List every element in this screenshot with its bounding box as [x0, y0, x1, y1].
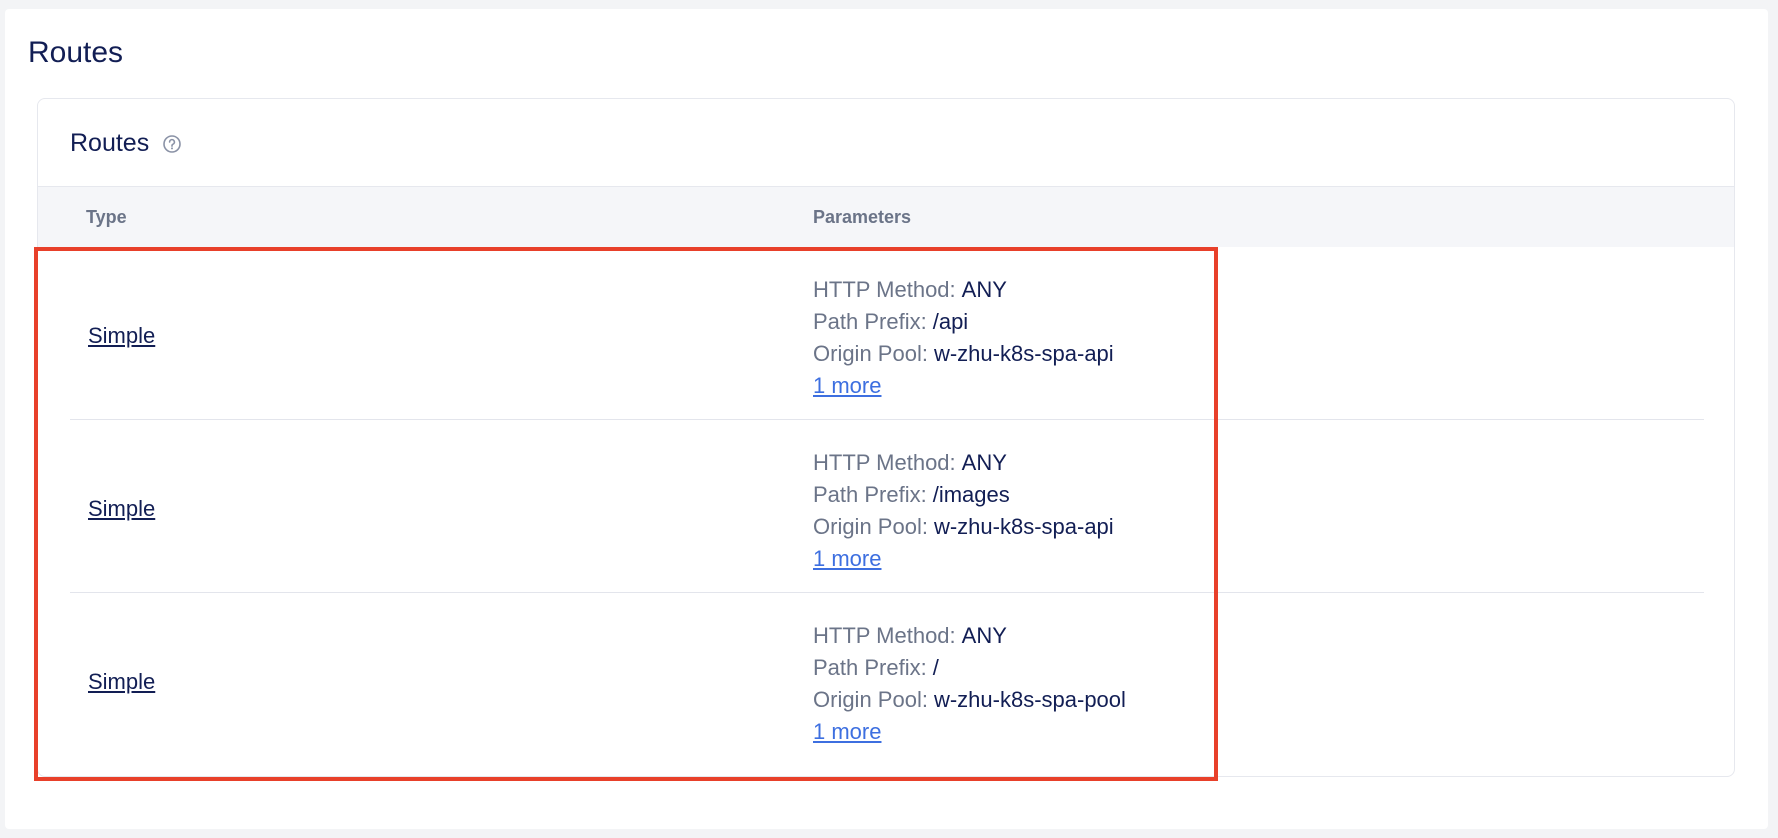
param-value: /images: [932, 482, 1010, 507]
route-parameters: HTTP Method: ANY Path Prefix:/images Orig…: [813, 447, 1114, 575]
param-key: HTTP Method:: [813, 623, 956, 648]
param-key: Path Prefix:: [813, 655, 927, 680]
route-type-link[interactable]: Simple: [88, 496, 155, 522]
param-origin-pool: Origin Pool: w-zhu-k8s-spa-pool: [813, 684, 1126, 716]
param-value: ANY: [961, 277, 1007, 302]
table-row: Simple HTTP Method: ANY Path Prefix:/imag…: [70, 420, 1704, 593]
more-link[interactable]: 1 more: [813, 546, 881, 571]
param-http-method: HTTP Method: ANY: [813, 620, 1126, 652]
param-key: Path Prefix:: [813, 482, 927, 507]
param-value: /api: [932, 309, 969, 334]
column-header-type[interactable]: Type: [86, 207, 127, 228]
route-parameters: HTTP Method: ANY Path Prefix:/api Origin …: [813, 274, 1114, 402]
more-link[interactable]: 1 more: [813, 719, 881, 744]
param-path-prefix: Path Prefix:/api: [813, 306, 1114, 338]
param-value: ANY: [961, 450, 1007, 475]
table-row: Simple HTTP Method: ANY Path Prefix:/api …: [70, 247, 1704, 420]
param-key: Origin Pool:: [813, 687, 928, 712]
table-header: Type Parameters: [38, 186, 1734, 247]
param-key: HTTP Method:: [813, 277, 956, 302]
param-value: ANY: [961, 623, 1007, 648]
param-value: w-zhu-k8s-spa-api: [933, 341, 1114, 366]
column-header-parameters[interactable]: Parameters: [813, 207, 911, 228]
route-type-link[interactable]: Simple: [88, 669, 155, 695]
param-key: Origin Pool:: [813, 514, 928, 539]
routes-card: Routes Type Parameters Simple HTTP Metho…: [37, 98, 1735, 777]
param-path-prefix: Path Prefix:/images: [813, 479, 1114, 511]
param-http-method: HTTP Method: ANY: [813, 274, 1114, 306]
question-circle-icon[interactable]: [162, 134, 182, 154]
page-title: Routes: [28, 36, 124, 69]
param-value: /: [932, 655, 939, 680]
param-value: w-zhu-k8s-spa-api: [933, 514, 1114, 539]
param-value: w-zhu-k8s-spa-pool: [933, 687, 1126, 712]
routes-table-body: Simple HTTP Method: ANY Path Prefix:/api …: [70, 247, 1704, 765]
section-title: Routes: [70, 129, 150, 157]
param-key: HTTP Method:: [813, 450, 956, 475]
param-path-prefix: Path Prefix: /: [813, 652, 1126, 684]
route-type-link[interactable]: Simple: [88, 323, 155, 349]
param-key: Origin Pool:: [813, 341, 928, 366]
param-key: Path Prefix:: [813, 309, 927, 334]
table-row: Simple HTTP Method: ANY Path Prefix: / Ori…: [70, 593, 1704, 765]
param-http-method: HTTP Method: ANY: [813, 447, 1114, 479]
param-origin-pool: Origin Pool: w-zhu-k8s-spa-api: [813, 511, 1114, 543]
param-origin-pool: Origin Pool: w-zhu-k8s-spa-api: [813, 338, 1114, 370]
route-parameters: HTTP Method: ANY Path Prefix: / Origin Poo…: [813, 620, 1126, 748]
more-link[interactable]: 1 more: [813, 373, 881, 398]
section-header: Routes: [70, 129, 182, 158]
